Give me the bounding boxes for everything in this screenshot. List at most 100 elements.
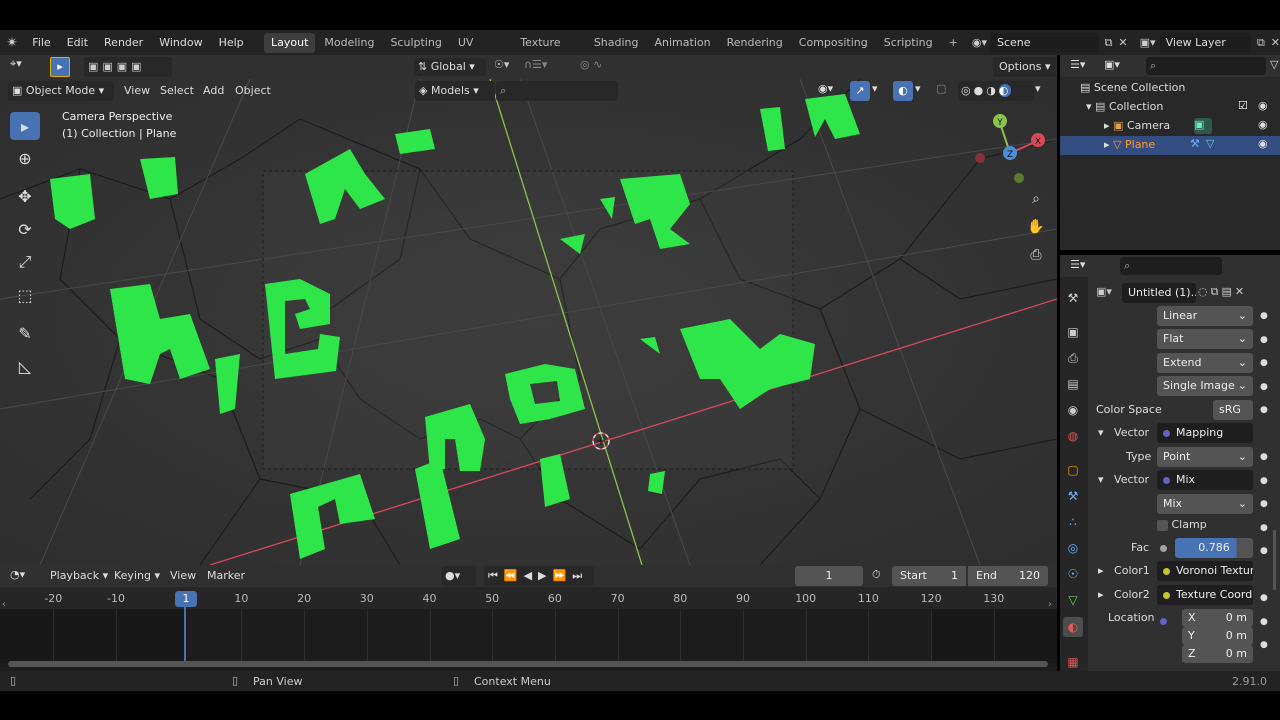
timeline-scrollbar[interactable] <box>8 661 1048 667</box>
expand-icon[interactable]: ▾ <box>1086 100 1092 113</box>
mesh-data-icon[interactable]: ▽ <box>1206 137 1214 150</box>
tab-uv-editing[interactable]: UV Editing <box>451 33 511 69</box>
vector1-link-field[interactable]: Mapping <box>1157 423 1253 443</box>
expand-icon[interactable]: ▾ <box>1098 473 1104 486</box>
menu-playback[interactable]: Playback ▾ <box>44 566 114 586</box>
end-frame-field[interactable]: End 120 <box>968 566 1048 586</box>
proportional-edit-icon[interactable]: ◎ ∿ <box>580 58 602 71</box>
delete-scene-icon[interactable]: ✕ <box>1118 36 1127 49</box>
scroll-right-icon[interactable]: › <box>1048 599 1052 610</box>
scene-icon[interactable]: ◉▾ <box>972 36 987 49</box>
menu-help[interactable]: Help <box>211 30 252 55</box>
object-tab-icon[interactable]: ▢ <box>1063 460 1083 480</box>
mix-mode-dropdown[interactable]: Mix ⌄ <box>1157 494 1253 514</box>
properties-scrollbar[interactable] <box>1273 530 1276 590</box>
color2-link-field[interactable]: Texture Coordi... <box>1157 585 1253 605</box>
vector2-link-field[interactable]: Mix <box>1157 470 1253 490</box>
expand-icon[interactable]: ▸ <box>1104 138 1110 151</box>
timeline-editor[interactable]: ◔▾ Playback ▾ Keying ▾ View Marker ●▾ ⏮⏪… <box>0 565 1057 671</box>
type-dropdown[interactable]: Point ⌄ <box>1157 447 1253 467</box>
start-frame-field[interactable]: Start 1 <box>892 566 966 586</box>
delete-view-layer-icon[interactable]: ✕ <box>1271 36 1280 49</box>
tab-texture-paint[interactable]: Texture Paint <box>513 33 585 69</box>
menu-select[interactable]: Select <box>154 81 200 101</box>
shading-mode-icons[interactable]: ◎●◑◐ <box>958 81 1034 101</box>
collection-row[interactable]: ▾ ▤ Collection <box>1086 100 1163 113</box>
tab-modeling[interactable]: Modeling <box>317 33 381 53</box>
image-actions-icons[interactable]: ◌⧉▤✕ <box>1198 285 1247 299</box>
tab-sculpting[interactable]: Sculpting <box>383 33 448 53</box>
view-layer-field[interactable]: View Layer <box>1159 32 1251 53</box>
location-socket[interactable] <box>1160 614 1173 627</box>
menu-edit[interactable]: Edit <box>59 30 96 55</box>
extension-dropdown[interactable]: Extend ⌄ <box>1157 353 1253 373</box>
output-tab-icon[interactable]: ⎙ <box>1063 348 1083 368</box>
auto-keying-icon[interactable]: ●▾ <box>442 566 476 586</box>
menu-marker[interactable]: Marker <box>201 566 251 586</box>
blender-logo-icon[interactable]: ✴ <box>0 35 24 51</box>
new-view-layer-icon[interactable]: ⧉ <box>1257 36 1265 50</box>
collection-checkbox[interactable]: ☑ <box>1238 99 1248 112</box>
overlays-dropdown-icon[interactable]: ▾ <box>915 82 921 95</box>
particles-tab-icon[interactable]: ∴ <box>1063 512 1083 532</box>
playhead-frame-badge[interactable]: 1 <box>175 591 197 607</box>
move-tool-icon[interactable]: ✥ <box>10 182 40 210</box>
fac-slider[interactable]: 0.786 <box>1175 538 1253 558</box>
tab-layout[interactable]: Layout <box>264 32 316 53</box>
collection-eye-icon[interactable]: ◉ <box>1258 99 1268 112</box>
view-layer-icon[interactable]: ▣▾ <box>1140 36 1156 49</box>
navigation-gizmo[interactable]: Y X Z <box>970 109 1050 189</box>
timeline-editor-type-icon[interactable]: ◔▾ <box>10 568 25 581</box>
current-frame-field[interactable]: 1 <box>795 566 863 586</box>
gizmo-toggle-icon[interactable]: ↗ <box>850 81 870 101</box>
outliner-search-input[interactable]: ⌕ <box>1146 57 1266 75</box>
annotate-tool-icon[interactable]: ✎ <box>10 319 40 347</box>
properties-editor-type-icon[interactable]: ☰▾ <box>1070 258 1085 271</box>
menu-object[interactable]: Object <box>229 81 277 101</box>
rotate-tool-icon[interactable]: ⟳ <box>10 215 40 243</box>
camera-row[interactable]: ▸ ▣ Camera <box>1104 119 1170 132</box>
viewport-search-input[interactable]: ⌕ <box>496 81 618 101</box>
projection-dropdown[interactable]: Flat ⌄ <box>1157 329 1253 349</box>
world-tab-icon[interactable]: ◍ <box>1063 426 1083 446</box>
data-tab-icon[interactable]: ▽ <box>1063 590 1083 610</box>
render-tab-icon[interactable]: ▣ <box>1063 322 1083 342</box>
texture-tab-icon[interactable]: ▦ <box>1063 652 1083 672</box>
vector2-row[interactable]: ▾ Vector <box>1098 470 1149 490</box>
scene-collection-row[interactable]: ▤ Scene Collection <box>1080 81 1185 94</box>
interpolation-dropdown[interactable]: Linear ⌄ <box>1157 306 1253 326</box>
expand-icon[interactable]: ▸ <box>1104 119 1110 132</box>
color-space-dropdown[interactable]: sRG⌄ <box>1213 400 1253 436</box>
display-mode-icon[interactable]: ▣▾ <box>1104 58 1120 71</box>
modifier-tab-icon[interactable]: ⚒ <box>1063 486 1083 506</box>
transform-orientation-dropdown[interactable]: ⇅ Global ▾ <box>414 58 486 76</box>
overlays-toggle-icon[interactable]: ◐ <box>893 81 913 101</box>
properties-search-input[interactable]: ⌕ <box>1120 257 1222 275</box>
scene-tab-icon[interactable]: ◉ <box>1063 400 1083 420</box>
stopwatch-icon[interactable]: ⏱ <box>872 568 881 582</box>
camera-data-icon[interactable]: ▣ <box>1194 118 1212 134</box>
menu-render[interactable]: Render <box>96 30 151 55</box>
location-z-field[interactable]: Z 0 m <box>1182 645 1253 663</box>
visibility-icon[interactable]: ◉▾ <box>818 82 833 95</box>
expand-icon[interactable]: ▸ <box>1098 564 1104 577</box>
scene-field[interactable]: Scene <box>990 32 1099 53</box>
cursor-tool-icon[interactable]: ⊕ <box>10 144 40 172</box>
color1-row[interactable]: ▸ Color1 <box>1098 561 1150 581</box>
fac-socket[interactable] <box>1160 541 1173 554</box>
filter-icon[interactable]: ▽ <box>1270 58 1278 71</box>
plane-row[interactable]: ▸ ▽ Plane <box>1104 138 1155 151</box>
playback-controls-icons[interactable]: ⏮⏪◀▶⏩⏭ <box>484 566 594 586</box>
options-dropdown[interactable]: Options ▾ <box>993 57 1057 77</box>
constraints-tab-icon[interactable]: ☉ <box>1063 564 1083 584</box>
tool-tab-icon[interactable]: ⚒ <box>1063 288 1083 308</box>
select-tool-icon[interactable]: ▸ <box>10 112 40 140</box>
tab-shading[interactable]: Shading <box>587 33 646 53</box>
editor-type-icon[interactable]: ⌖▾ <box>10 57 22 71</box>
image-name-field[interactable]: Untitled (1)... <box>1122 283 1196 303</box>
menu-add[interactable]: Add <box>197 81 230 101</box>
modifier-icon[interactable]: ⚒ <box>1190 137 1200 150</box>
location-x-field[interactable]: X 0 m <box>1182 609 1253 627</box>
tab-animation[interactable]: Animation <box>648 33 718 53</box>
keyframe-dots[interactable]: ● ● ● ● ● ● ● ● ● ● ● ● ● <box>1260 305 1268 675</box>
